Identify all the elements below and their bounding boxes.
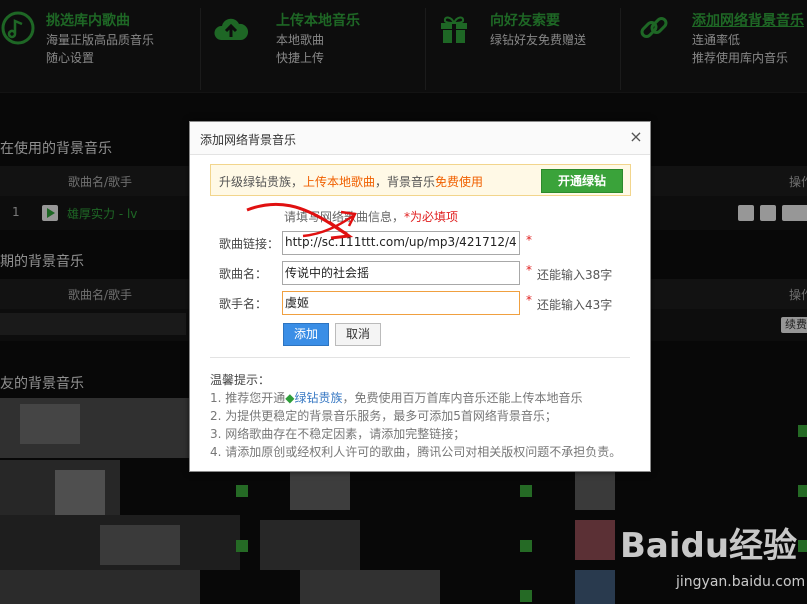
tip-1: 1. 推荐您开通◆绿钻贵族，免费使用百万首库内音乐还能上传本地音乐	[210, 389, 583, 406]
song-name-field-box[interactable]	[282, 261, 520, 285]
singer-char-hint: 还能输入43字	[537, 298, 613, 312]
singer-field-box[interactable]	[282, 291, 520, 315]
annotation-arrow-icon	[246, 202, 357, 240]
cancel-button[interactable]: 取消	[335, 323, 381, 346]
divider	[210, 357, 630, 358]
singer-label: 歌手名：	[219, 297, 268, 311]
promo-highlight-free: 免费使用	[435, 175, 484, 189]
green-diamond-link[interactable]: 绿钻贵族	[295, 391, 343, 405]
tip-4: 4. 请添加原创或经权利人许可的歌曲，腾讯公司对相关版权问题不承担负责。	[210, 445, 622, 459]
tip-2: 2. 为提供更稳定的背景音乐服务，最多可添加5首网络背景音乐；	[210, 409, 557, 423]
promo-prefix: 升级绿钻贵族，	[219, 175, 304, 189]
watermark-url: jingyan.baidu.com	[676, 574, 806, 590]
tip-1-suffix: ，免费使用百万首库内音乐还能上传本地音乐	[342, 391, 583, 405]
baidu-watermark: Baidu经验 jingyan.baidu.com	[620, 518, 805, 598]
tip-3: 3. 网络歌曲存在不稳定因素，请添加完整链接；	[210, 427, 466, 441]
promo-banner: 升级绿钻贵族，上传本地歌曲，背景音乐免费使用 开通绿钻	[210, 164, 631, 196]
url-required-star: *	[526, 233, 532, 247]
singer-required-star: *	[526, 293, 532, 307]
dialog-header: 添加网络背景音乐 ×	[190, 122, 650, 155]
add-network-music-dialog: 添加网络背景音乐 × 升级绿钻贵族，上传本地歌曲，背景音乐免费使用 开通绿钻 请…	[189, 121, 651, 472]
promo-text: 升级绿钻贵族，上传本地歌曲，背景音乐免费使用	[219, 173, 483, 190]
song-name-char-hint: 还能输入38字	[537, 268, 613, 282]
song-name-required-star: *	[526, 263, 532, 277]
song-name-input[interactable]	[283, 262, 519, 282]
tip-1-prefix: 1. 推荐您开通	[210, 391, 286, 405]
dialog-title: 添加网络背景音乐	[200, 133, 297, 147]
singer-input[interactable]	[283, 292, 519, 312]
tips-title: 温馨提示：	[210, 373, 271, 387]
required-note: *为必填项	[404, 210, 459, 224]
watermark-logo: Baidu经验	[620, 526, 798, 566]
close-icon[interactable]: ×	[628, 127, 644, 147]
song-name-label: 歌曲名：	[219, 267, 268, 281]
open-green-diamond-button[interactable]: 开通绿钻	[541, 169, 623, 193]
promo-middle: ，背景音乐	[375, 175, 436, 189]
green-diamond-icon: ◆	[285, 391, 295, 405]
add-button[interactable]: 添加	[283, 323, 329, 346]
promo-highlight-upload: 上传本地歌曲	[303, 175, 376, 189]
